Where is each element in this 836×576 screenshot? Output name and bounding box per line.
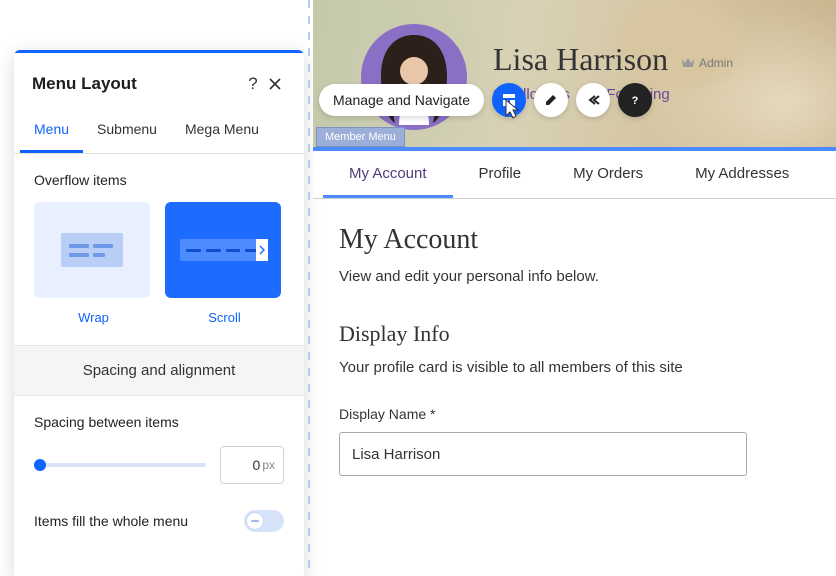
menu-item-profile[interactable]: Profile xyxy=(453,151,548,198)
role-badge: Admin xyxy=(681,56,733,70)
help-icon[interactable]: ? xyxy=(242,73,264,95)
overflow-option-wrap[interactable] xyxy=(34,202,150,298)
display-name-label: Display Name * xyxy=(339,406,826,422)
menu-item-my-orders[interactable]: My Orders xyxy=(547,151,669,198)
overflow-scroll-label: Scroll xyxy=(165,310,284,325)
display-name-value: Lisa Harrison xyxy=(352,446,440,463)
panel-divider xyxy=(308,0,310,576)
spacing-label: Spacing between items xyxy=(34,414,284,430)
menu-item-my-account[interactable]: My Account xyxy=(323,151,453,198)
page-title: My Account xyxy=(339,224,826,256)
member-menu-bar: My Account Profile My Orders My Addresse… xyxy=(313,147,836,199)
spacing-value: 0 xyxy=(253,457,261,473)
fill-toggle[interactable] xyxy=(244,510,284,532)
spacing-subheader: Spacing and alignment xyxy=(14,345,304,396)
spacing-unit: px xyxy=(262,458,275,472)
tab-menu[interactable]: Menu xyxy=(20,109,83,153)
scroll-icon xyxy=(180,239,266,261)
section-title: Display Info xyxy=(339,321,826,347)
spacing-slider[interactable] xyxy=(34,463,206,467)
fill-label: Items fill the whole menu xyxy=(34,513,188,529)
toolbar-label[interactable]: Manage and Navigate xyxy=(319,84,484,116)
edit-icon[interactable] xyxy=(534,83,568,117)
spacing-input[interactable]: 0 px xyxy=(220,446,284,484)
display-name-input[interactable]: Lisa Harrison xyxy=(339,432,747,476)
overflow-label: Overflow items xyxy=(34,172,284,188)
wrap-icon xyxy=(61,233,123,267)
user-name: Lisa Harrison xyxy=(493,41,668,78)
overflow-option-scroll[interactable] xyxy=(165,202,281,298)
svg-text:?: ? xyxy=(632,95,639,107)
close-icon[interactable] xyxy=(264,73,286,95)
panel-title: Menu Layout xyxy=(32,74,242,94)
help-pill-icon[interactable]: ? xyxy=(618,83,652,117)
overflow-wrap-label: Wrap xyxy=(34,310,153,325)
animation-icon[interactable] xyxy=(576,83,610,117)
editor-toolbar: Manage and Navigate ? xyxy=(319,83,652,117)
tab-mega-menu[interactable]: Mega Menu xyxy=(171,109,273,153)
section-desc: Your profile card is visible to all memb… xyxy=(339,359,826,376)
member-menu-tag: Member Menu xyxy=(316,127,405,147)
slider-thumb[interactable] xyxy=(34,459,46,471)
menu-item-my-addresses[interactable]: My Addresses xyxy=(669,151,815,198)
tab-submenu[interactable]: Submenu xyxy=(83,109,171,153)
panel-tabs: Menu Submenu Mega Menu xyxy=(14,109,304,154)
role-text: Admin xyxy=(699,56,733,70)
menu-layout-panel: Menu Layout ? Menu Submenu Mega Menu Ove… xyxy=(14,50,304,576)
layout-icon[interactable] xyxy=(492,83,526,117)
preview-area: Lisa Harrison Admin 0 Followers 0 Follow… xyxy=(313,0,836,576)
page-subtitle: View and edit your personal info below. xyxy=(339,268,826,285)
crown-icon xyxy=(681,57,695,69)
